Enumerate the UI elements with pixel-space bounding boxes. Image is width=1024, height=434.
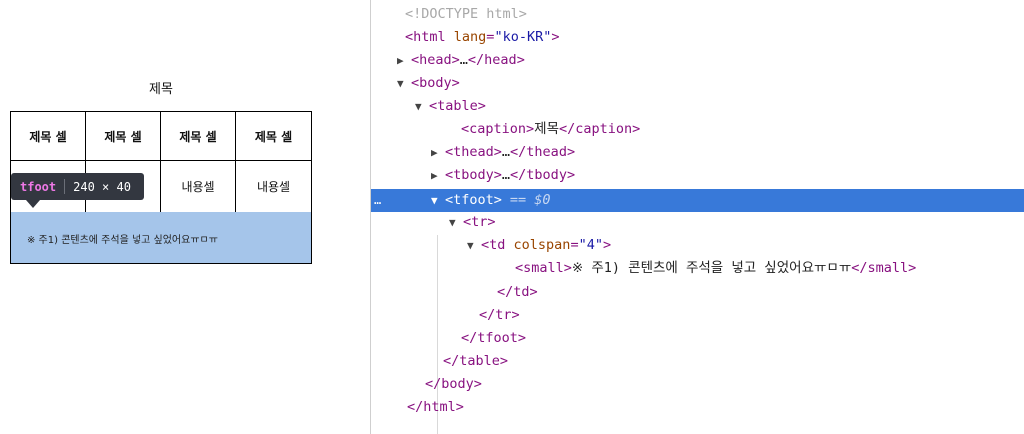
tfoot-note: ※ 주1) 콘텐츠에 주석을 넣고 싶었어요ㅠㅁㅠ: [27, 235, 218, 246]
dom-node[interactable]: </tfoot>: [371, 327, 1024, 350]
dom-attr-value: "4": [578, 237, 603, 253]
dom-tag: <td: [481, 237, 506, 253]
tooltip-dimensions: 240 × 40: [73, 179, 131, 194]
table-body-cell: 내용셀: [235, 160, 312, 213]
dom-tag: <tr>: [463, 214, 496, 230]
dom-attr-value: "ko-KR": [494, 29, 552, 45]
dom-node[interactable]: <html lang="ko-KR">: [371, 26, 1024, 49]
dom-tag: <body>: [411, 75, 460, 91]
dom-node[interactable]: <small>※ 주1) 콘텐츠에 주석을 넣고 싶었어요ㅠㅁㅠ</small>: [371, 257, 1024, 280]
expand-triangle-down-icon[interactable]: ▼: [449, 211, 463, 234]
expand-triangle-right-icon[interactable]: ▶: [431, 141, 445, 164]
table-header-cell: 제목 셀: [85, 111, 161, 161]
dom-tag: </html>: [407, 399, 464, 415]
dom-tag: <table>: [429, 98, 486, 114]
dom-text: …: [501, 167, 511, 183]
dom-node[interactable]: </table>: [371, 350, 1024, 373]
dom-node[interactable]: ▼ <table>: [371, 95, 1024, 118]
dom-node[interactable]: </tr>: [371, 304, 1024, 327]
tfoot-highlight: ※ 주1) 콘텐츠에 주석을 넣고 싶었어요ㅠㅁㅠ: [10, 212, 312, 264]
dom-tag: </tr>: [479, 307, 520, 323]
dom-node[interactable]: </td>: [371, 281, 1024, 304]
dom-tag: </table>: [443, 353, 509, 369]
expand-triangle-down-icon[interactable]: ▼: [431, 189, 445, 212]
dom-tag: <tfoot>: [445, 192, 502, 208]
tooltip-separator: [64, 179, 66, 194]
expand-triangle-right-icon[interactable]: ▶: [397, 49, 411, 72]
dom-tag: <tbody>: [445, 167, 502, 183]
table-body-cell: 내용셀: [160, 160, 236, 213]
dom-node[interactable]: </html>: [371, 396, 1024, 419]
dom-closing-tag: </tbody>: [510, 167, 576, 183]
dom-node[interactable]: ▶ <tbody>…</tbody>: [371, 164, 1024, 187]
dom-text: …: [501, 144, 511, 160]
dom-closing-tag: </thead>: [510, 144, 576, 160]
table-header-cell: 제목 셀: [235, 111, 312, 161]
dom-node[interactable]: ▶ <thead>…</thead>: [371, 141, 1024, 164]
dom-text: 제목: [534, 121, 559, 137]
dom-node[interactable]: ▼ <body>: [371, 72, 1024, 95]
expand-triangle-down-icon[interactable]: ▼: [467, 234, 481, 257]
dom-node[interactable]: ▶ <head>…</head>: [371, 49, 1024, 72]
devtools-elements-panel[interactable]: <!DOCTYPE html> <html lang="ko-KR"> ▶ <head…: [370, 0, 1024, 434]
dom-tag: </td>: [497, 284, 538, 300]
table-header-cell: 제목 셀: [10, 111, 86, 161]
dom-tag: <small>: [515, 260, 572, 276]
dom-node[interactable]: ▼ <tr>: [371, 211, 1024, 234]
dom-node[interactable]: ▼ <td colspan="4">: [371, 234, 1024, 257]
expand-triangle-right-icon[interactable]: ▶: [431, 164, 445, 187]
dom-node-selected[interactable]: … ▼ <tfoot> == $0: [371, 189, 1024, 212]
dom-attr-name: colspan: [513, 237, 571, 253]
table-header-cell: 제목 셀: [160, 111, 236, 161]
dom-tag: <head>: [411, 52, 460, 68]
dom-closing-tag: </caption>: [559, 121, 641, 137]
dom-closing-tag: >: [602, 237, 612, 253]
dom-tag: </body>: [425, 376, 482, 392]
dom-text: …: [459, 52, 468, 68]
dom-attr-name: lang: [453, 29, 487, 45]
inspector-tooltip: tfoot 240 × 40: [11, 173, 144, 200]
selected-node-marker: == $0: [509, 192, 551, 208]
dom-tag: <html: [405, 29, 446, 45]
dom-tag: </tfoot>: [461, 330, 527, 346]
table-caption: 제목: [149, 82, 173, 97]
dom-node[interactable]: <caption>제목</caption>: [371, 118, 1024, 141]
dom-node[interactable]: <!DOCTYPE html>: [371, 3, 1024, 26]
dom-closing-tag: >: [551, 29, 560, 45]
dom-closing-tag: </head>: [467, 52, 525, 68]
dom-tag: <caption>: [461, 121, 535, 137]
more-options-icon[interactable]: …: [374, 189, 382, 212]
dom-tag: <!DOCTYPE html>: [405, 6, 527, 22]
rendered-page: 제목 제목 셀 제목 셀 제목 셀 제목 셀 내용셀 내용셀 ※ 주1) 콘텐츠…: [0, 0, 370, 434]
dom-text: ※ 주1) 콘텐츠에 주석을 넣고 싶었어요ㅠㅁㅠ: [571, 260, 852, 276]
attr-equals: =: [570, 237, 579, 253]
dom-node[interactable]: </body>: [371, 373, 1024, 396]
expand-triangle-down-icon[interactable]: ▼: [415, 95, 429, 118]
dom-tag: <thead>: [445, 144, 502, 160]
tooltip-tag-name: tfoot: [20, 179, 57, 194]
expand-triangle-down-icon[interactable]: ▼: [397, 72, 411, 95]
dom-closing-tag: </small>: [851, 260, 917, 276]
tooltip-arrow: [26, 200, 40, 208]
